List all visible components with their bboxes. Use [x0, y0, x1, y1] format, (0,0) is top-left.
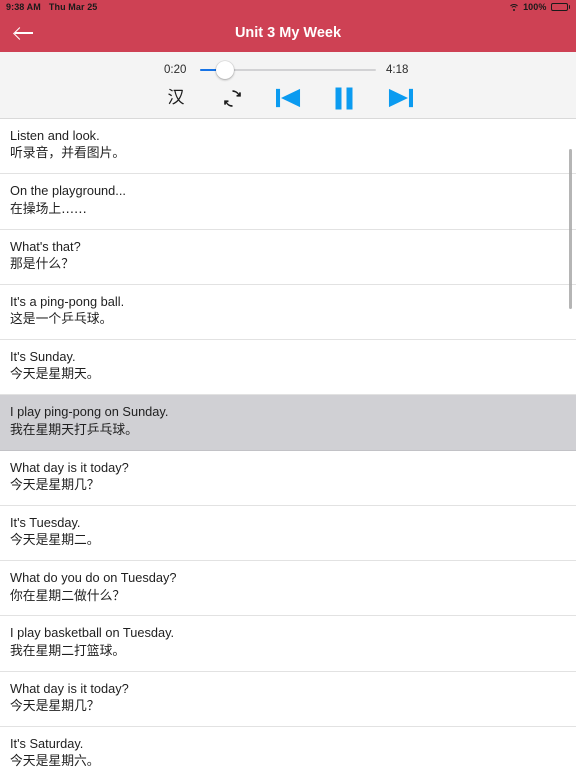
transcript-row[interactable]: On the playground... 在操场上…… [0, 174, 576, 230]
wifi-icon [508, 3, 520, 12]
transcript-chinese-text: 在操场上…… [10, 201, 87, 217]
transcript-english-text: What's that? [10, 238, 81, 254]
back-button[interactable] [0, 14, 48, 52]
progress-row: 0:20 4:18 [0, 59, 576, 81]
transcript-row[interactable]: I play ping-pong on Sunday. 我在星期天打乒乓球。 [0, 395, 576, 451]
transcript-row[interactable]: It's Tuesday. 今天是星期二。 [0, 505, 576, 562]
next-track-button[interactable] [383, 84, 417, 112]
transcript-chinese-text: 听录音，并看图片。 [10, 146, 126, 162]
next-track-icon [388, 88, 413, 108]
transcript-row[interactable]: It's a ping-pong ball. 这是一个乒乓球。 [0, 284, 576, 341]
transcript-row[interactable]: Listen and look. 听录音，并看图片。 [0, 119, 576, 175]
battery-full-icon [550, 3, 570, 11]
transcript-chinese-text: 今天是星期几？ [10, 699, 100, 715]
transcript-english-text: On the playground... [10, 183, 126, 199]
status-bar-right: 100% [508, 2, 570, 12]
previous-track-button[interactable] [271, 84, 305, 112]
pause-button[interactable] [327, 84, 361, 112]
transcript-scroll-area[interactable]: Listen and look. 听录音，并看图片。 On the playgrou… [0, 119, 576, 768]
transcript-english-text: It's Sunday. [10, 349, 76, 365]
transcript-chinese-text: 今天是星期天。 [10, 367, 100, 383]
transcript-row[interactable]: What day is it today? 今天是星期几？ [0, 671, 576, 727]
elapsed-time-label: 0:20 [164, 64, 187, 76]
transcript-chinese-text: 那是什么？ [10, 256, 74, 272]
transcript-row[interactable]: What do you do on Tuesday? 你在星期二做什么？ [0, 561, 576, 617]
transcript-chinese-text: 这是一个乒乓球。 [10, 312, 113, 328]
progress-knob[interactable] [215, 61, 234, 79]
repeat-refresh-icon [223, 89, 241, 107]
transcript-list: Listen and look. 听录音，并看图片。 On the playgrou… [0, 119, 576, 768]
transcript-english-text: I play basketball on Tuesday. [10, 625, 175, 641]
total-time-label: 4:18 [386, 64, 409, 76]
status-bar-time: 9:38 AM [6, 2, 41, 12]
pause-icon [335, 87, 353, 109]
transcript-english-text: I play ping-pong on Sunday. [10, 404, 169, 420]
transcript-chinese-text: 今天是星期几？ [10, 477, 100, 493]
status-bar: 9:38 AM Thu Mar 25 100% [0, 0, 576, 14]
transcript-chinese-text: 今天是星期六。 [10, 754, 100, 768]
han-character-icon: 汉 [167, 87, 185, 108]
status-bar-left: 9:38 AM Thu Mar 25 [6, 2, 97, 12]
previous-track-icon [275, 88, 300, 108]
transcript-chinese-text: 你在星期二做什么？ [10, 588, 126, 604]
page-title: Unit 3 My Week [234, 25, 342, 41]
back-arrow-icon [14, 25, 34, 41]
progress-slider[interactable] [200, 61, 376, 79]
chinese-toggle-button[interactable]: 汉 [159, 84, 193, 112]
transport-controls: 汉 [0, 83, 576, 113]
transcript-english-text: What day is it today? [10, 459, 129, 475]
transcript-row[interactable]: I play basketball on Tuesday. 我在星期二打篮球。 [0, 616, 576, 672]
transcript-row[interactable]: What's that? 那是什么？ [0, 229, 576, 285]
transcript-english-text: It's Tuesday. [10, 514, 81, 530]
app-root: 9:38 AM Thu Mar 25 100% Unit 3 My Week 0… [0, 0, 576, 768]
transcript-chinese-text: 今天是星期二。 [10, 533, 100, 549]
audio-player-toolbar: 0:20 4:18 汉 [0, 52, 576, 119]
transcript-row[interactable]: It's Sunday. 今天是星期天。 [0, 340, 576, 396]
transcript-chinese-text: 我在星期二打篮球。 [10, 643, 126, 659]
transcript-chinese-text: 我在星期天打乒乓球。 [10, 422, 138, 438]
transcript-english-text: It's a ping-pong ball. [10, 293, 125, 309]
transcript-row[interactable]: It's Saturday. 今天是星期六。 [0, 726, 576, 768]
vertical-scroll-indicator[interactable] [569, 149, 572, 309]
repeat-button[interactable] [215, 84, 249, 112]
transcript-english-text: What do you do on Tuesday? [10, 570, 177, 586]
transcript-english-text: What day is it today? [10, 680, 129, 696]
transcript-english-text: Listen and look. [10, 128, 100, 143]
status-bar-date: Thu Mar 25 [48, 2, 98, 12]
transcript-english-text: It's Saturday. [10, 735, 84, 751]
battery-percent-label: 100% [523, 2, 547, 12]
transcript-row[interactable]: What day is it today? 今天是星期几？ [0, 450, 576, 506]
navigation-bar: Unit 3 My Week [0, 14, 576, 52]
